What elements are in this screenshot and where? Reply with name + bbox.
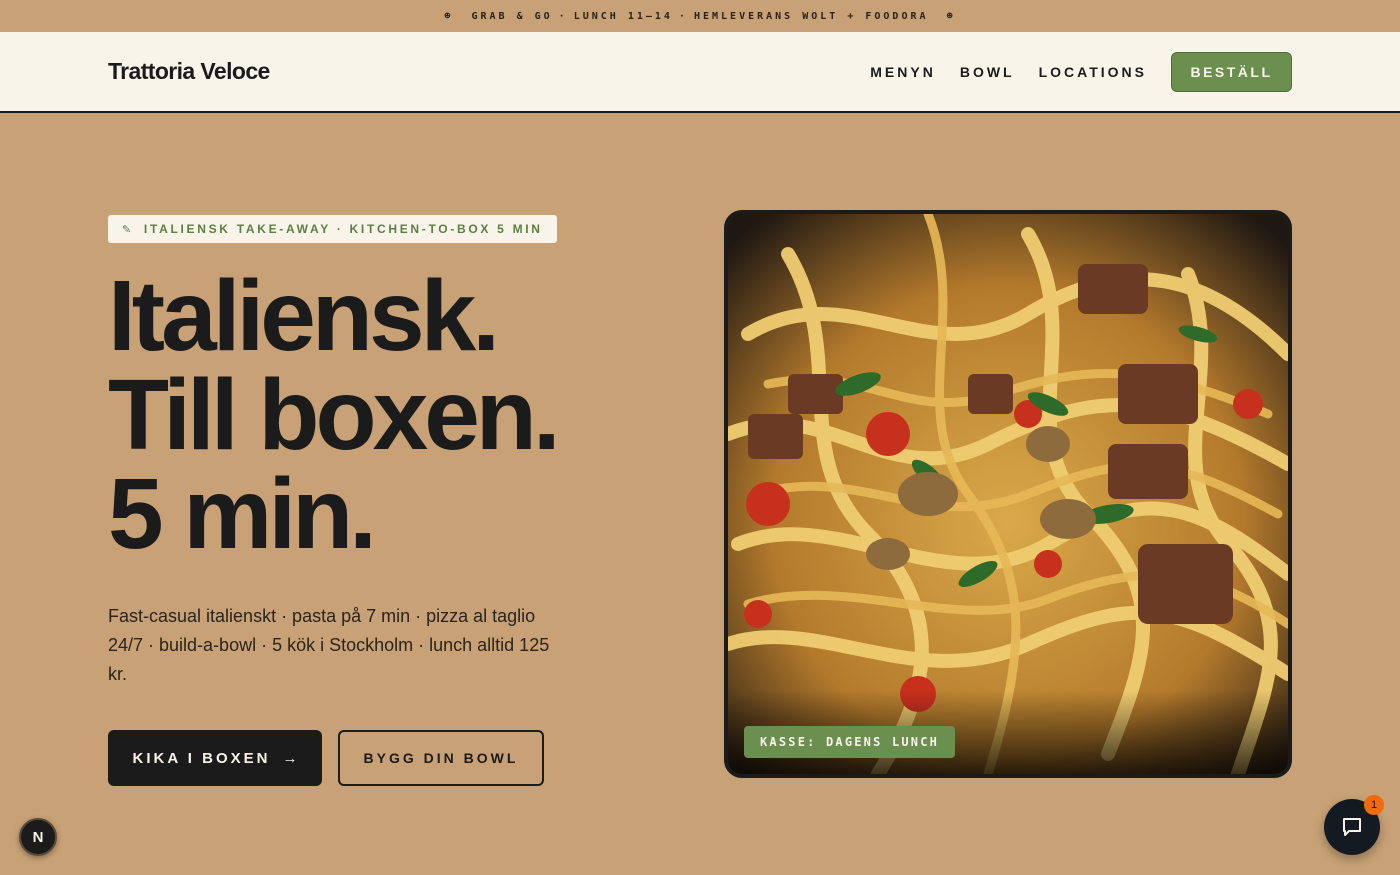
photo-label: KASSE: DAGENS LUNCH: [744, 726, 956, 758]
hero-photo: KASSE: DAGENS LUNCH: [724, 210, 1292, 778]
pin-icon: ✎: [122, 223, 134, 236]
hero-headline: Italiensk. Till boxen. 5 min.: [108, 260, 668, 570]
headline-line-2: Till boxen.: [108, 359, 561, 471]
headline-line-1: Italiensk.: [108, 260, 500, 372]
brand-logo[interactable]: Trattoria Veloce: [108, 58, 270, 85]
bygg-din-bowl-button[interactable]: BYGG DIN BOWL: [338, 730, 544, 786]
arrow-right-icon: →: [282, 749, 298, 767]
chat-notification-badge: 1: [1364, 795, 1384, 815]
hero-tag-text: ITALIENSK TAKE-AWAY · KITCHEN-TO-BOX 5 M…: [143, 222, 543, 236]
nav-link-bowl[interactable]: BOWL: [960, 64, 1015, 80]
smiley-icon: ☻: [444, 10, 454, 22]
nav-link-locations[interactable]: LOCATIONS: [1039, 64, 1147, 80]
announcement-part-3: HEMLEVERANS WOLT + FOODORA: [693, 10, 929, 22]
order-button[interactable]: BESTÄLL: [1171, 51, 1292, 92]
announcement-part-2: LUNCH 11–14: [573, 10, 673, 22]
kika-i-boxen-label: KIKA I BOXEN: [132, 749, 271, 767]
hero-content: ✎ ITALIENSK TAKE-AWAY · KITCHEN-TO-BOX 5…: [108, 215, 668, 786]
separator: ·: [558, 10, 568, 22]
nav-links: MENYN BOWL LOCATIONS BESTÄLL: [846, 51, 1292, 92]
main-nav: Trattoria Veloce MENYN BOWL LOCATIONS BE…: [0, 32, 1400, 113]
hero-ctas: KIKA I BOXEN → BYGG DIN BOWL: [108, 730, 668, 786]
announcement-part-1: GRAB & GO: [471, 10, 553, 22]
hero-tag: ✎ ITALIENSK TAKE-AWAY · KITCHEN-TO-BOX 5…: [108, 215, 557, 243]
headline-line-3: 5 min.: [108, 458, 377, 570]
n-badge-button[interactable]: N: [19, 818, 57, 856]
separator: ·: [678, 10, 688, 22]
announcement-bar: ☻ GRAB & GO · LUNCH 11–14 · HEMLEVERANS …: [0, 0, 1400, 32]
smiley-icon: ☻: [946, 10, 956, 22]
kika-i-boxen-button[interactable]: KIKA I BOXEN →: [108, 730, 322, 786]
nav-link-menyn[interactable]: MENYN: [870, 64, 936, 80]
pasta-image: [728, 214, 1288, 774]
chat-icon: [1343, 818, 1361, 836]
hero-subtitle: Fast-casual italienskt · pasta på 7 min …: [108, 606, 550, 684]
